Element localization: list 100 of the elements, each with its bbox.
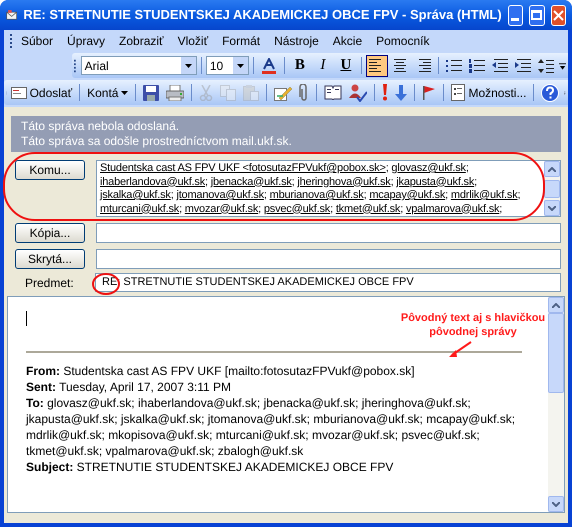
separator-text: ; <box>364 189 366 201</box>
menu-item[interactable]: Úpravy <box>61 30 112 52</box>
recipient-link[interactable]: jskalka@ukf.sk <box>100 189 171 201</box>
menu-item[interactable]: Súbor <box>15 30 60 52</box>
recipient-link[interactable]: mcapay@ukf.sk <box>369 189 446 201</box>
info-text: Táto správa sa odošle prostredníctvom mail.ukf.sk. <box>21 134 293 149</box>
menu-item[interactable]: Zobraziť <box>113 30 170 52</box>
copy-icon <box>220 84 236 100</box>
message-body[interactable] <box>7 296 565 513</box>
person-check-icon <box>349 84 368 102</box>
clipboard-icon <box>243 84 260 100</box>
separator-text: ; <box>386 162 389 174</box>
recipient-link[interactable]: mburianova@ukf.sk <box>270 189 364 201</box>
underline-button[interactable]: U <box>334 54 357 76</box>
separator-text: ; <box>292 176 295 188</box>
recipient-link[interactable]: vpalmarova@ukf.sk <box>406 202 500 214</box>
address-button[interactable]: Kópia... <box>15 223 85 243</box>
printer-icon <box>166 84 184 100</box>
separator-text: ; <box>179 202 182 214</box>
separator-text: ; <box>474 176 478 188</box>
line-spacing-icon <box>538 58 554 72</box>
scissors-icon <box>199 84 214 100</box>
chevron-down-icon <box>552 502 560 506</box>
scroll-thumb[interactable] <box>544 180 560 198</box>
scroll-down-button[interactable] <box>544 200 560 216</box>
book-icon <box>324 85 342 100</box>
font-size-dropdown[interactable]: 10 <box>206 56 249 75</box>
align-left-button[interactable] <box>366 54 388 76</box>
italic-button[interactable]: I <box>312 54 334 76</box>
exclamation-icon <box>382 84 388 101</box>
recipient-link[interactable]: jtomanova@ukf.sk <box>176 189 264 201</box>
recipients-field[interactable] <box>96 160 561 217</box>
scroll-up-button[interactable] <box>544 161 560 177</box>
font-color-icon <box>260 58 277 74</box>
separator-text: ; <box>445 189 448 201</box>
recipient-link[interactable]: mvozar@ukf.sk <box>184 202 258 214</box>
separator-text: ; <box>400 202 404 214</box>
recipient-link[interactable]: mdrlik@ukf.sk <box>450 189 518 201</box>
toolbar-grip-icon[interactable] <box>74 58 77 72</box>
separator-text: ; <box>264 189 267 201</box>
chevron-up-icon <box>552 302 560 308</box>
recipient-link[interactable]: jkapusta@ukf.sk <box>396 176 474 188</box>
font-name-dropdown[interactable]: Arial <box>80 56 197 75</box>
maximize-button[interactable] <box>529 4 545 26</box>
recipient-link[interactable]: jbenacka@ukf.sk <box>210 176 292 188</box>
separator-text: ; <box>258 202 262 214</box>
menu-item[interactable]: Pomocník <box>370 30 436 52</box>
menu-item[interactable]: Nástroje <box>268 30 325 52</box>
document-icon <box>451 84 466 101</box>
address-button[interactable]: Skrytá... <box>15 249 85 269</box>
help-icon <box>541 84 560 102</box>
separator-text: ; <box>466 162 469 174</box>
pencil-icon <box>274 84 292 100</box>
separator-text: ; <box>170 189 174 201</box>
minimize-button[interactable] <box>508 4 524 26</box>
scroll-down-button[interactable] <box>548 496 564 512</box>
dropdown-arrow-icon <box>236 64 244 68</box>
recipient-link[interactable]: ihaberlandova@ukf.sk <box>100 176 206 188</box>
bold-button[interactable]: B <box>288 54 311 76</box>
annotation-arrow <box>448 341 472 359</box>
separator-text: ; <box>499 202 502 214</box>
address-button[interactable]: Komu... <box>15 160 85 180</box>
recipient-link[interactable]: jheringhova@ukf.sk <box>297 176 391 188</box>
scrollbar[interactable] <box>544 161 560 216</box>
close-button[interactable] <box>550 4 566 26</box>
scroll-up-button[interactable] <box>548 297 564 313</box>
scrollbar[interactable] <box>548 297 564 512</box>
chevron-up-icon <box>548 166 556 172</box>
address-field[interactable] <box>96 249 561 269</box>
header-line: To: glovasz@ukf.sk; ihaberlandova@ukf.sk; jbenacka@ukf.sk; jheringhova@ukf.sk; jkapusta@ukf.sk; jskalka@ukf.sk; jtomanova@ukf.sk; mburianova@ukf.sk; mcapay@ukf.sk; mdrlik@ukf.sk; mkopisova@ukf.sk; mturcani@ukf.sk; mvozar@ukf.sk; psvec@ukf.sk; tkmet@ukf.sk; vpalmarova@ukf.sk; zbalogh@ukf.sk <box>26 395 516 459</box>
menu-item[interactable]: Akcie <box>326 30 368 52</box>
recipient-link[interactable]: mturcani@ukf.sk <box>100 202 180 214</box>
address-field[interactable] <box>96 223 561 243</box>
send-button[interactable]: Odoslať <box>8 82 76 104</box>
header-line: Subject: STRETNUTIE STUDENTSKEJ AKADEMICKEJ OBCE FPV <box>26 459 394 475</box>
flag-icon <box>422 85 436 100</box>
info-text: Táto správa nebola odoslaná. <box>21 119 180 134</box>
header-line: Sent: Tuesday, April 17, 2007 3:11 PM <box>26 379 232 395</box>
recipient-link[interactable]: psvec@ukf.sk <box>264 202 330 214</box>
header-line: From: Studentska cast AS FPV UKF [mailto:fotosutazFPVukf@pobox.sk] <box>26 363 416 379</box>
bulleted-list-icon <box>446 58 462 72</box>
toolbar-grip-icon[interactable] <box>10 34 13 48</box>
toolbar-options-icon[interactable] <box>558 60 566 70</box>
envelope-icon <box>6 8 18 22</box>
down-arrow-icon <box>395 84 408 100</box>
annotation-text: Pôvodný text aj s hlavičkou pôvodnej správy <box>400 311 546 339</box>
recipient-link[interactable]: glovasz@ukf.sk <box>391 162 466 174</box>
options-button[interactable]: Možnosti... <box>448 82 530 104</box>
recipient-link[interactable]: Studentska cast AS FPV UKF <fotosutazFPVukf@pobox.sk> <box>100 162 386 174</box>
menu-item[interactable]: Vložiť <box>172 30 214 52</box>
envelope-icon <box>10 86 27 98</box>
scroll-thumb[interactable] <box>548 313 564 393</box>
separator-text: ; <box>518 189 520 201</box>
subject-label: Predmet: <box>24 274 75 292</box>
menu-item[interactable]: Formát <box>216 30 266 52</box>
increase-indent-icon <box>514 58 531 72</box>
separator-text: ; <box>330 202 333 214</box>
recipient-link[interactable]: tkmet@ukf.sk <box>336 202 400 214</box>
paperclip-icon <box>299 84 310 102</box>
accounts-button[interactable]: Kontá <box>84 82 132 104</box>
